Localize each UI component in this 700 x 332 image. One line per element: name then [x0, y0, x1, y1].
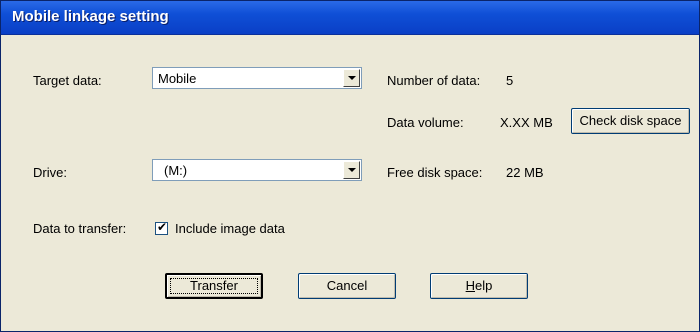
include-image-label[interactable]: Include image data: [175, 221, 285, 236]
help-button-label: elp: [475, 278, 493, 293]
window-title: Mobile linkage setting: [12, 8, 169, 25]
drive-value: (M:): [164, 163, 188, 178]
data-volume-value: X.XX MB: [500, 115, 553, 130]
drive-dropdown[interactable]: (M:): [152, 159, 362, 181]
chevron-down-icon[interactable]: [343, 161, 360, 179]
transfer-button[interactable]: Transfer: [165, 273, 263, 299]
include-image-checkbox[interactable]: ✔: [155, 220, 168, 235]
title-bar[interactable]: Mobile linkage setting: [1, 1, 699, 35]
cancel-button[interactable]: Cancel: [298, 273, 396, 299]
check-disk-space-button[interactable]: Check disk space: [571, 108, 690, 134]
chevron-down-icon[interactable]: [343, 69, 360, 87]
focus-rectangle: [170, 278, 258, 294]
data-volume-label: Data volume:: [387, 115, 464, 130]
target-data-value: Mobile: [158, 71, 197, 86]
number-of-data-value: 5: [506, 73, 514, 88]
help-accelerator: H: [465, 278, 476, 293]
free-disk-space-value: 22 MB: [506, 165, 544, 180]
data-to-transfer-label: Data to transfer:: [33, 221, 127, 236]
free-disk-space-label: Free disk space:: [387, 165, 483, 180]
target-data-dropdown[interactable]: Mobile: [152, 67, 362, 89]
checkmark-icon: ✔: [157, 220, 168, 234]
mobile-linkage-dialog: Mobile linkage setting Target data: Mobi…: [0, 0, 700, 332]
help-button[interactable]: Help: [430, 273, 528, 299]
number-of-data-label: Number of data:: [387, 73, 481, 88]
target-data-label: Target data:: [33, 73, 102, 88]
drive-label: Drive:: [33, 165, 67, 180]
